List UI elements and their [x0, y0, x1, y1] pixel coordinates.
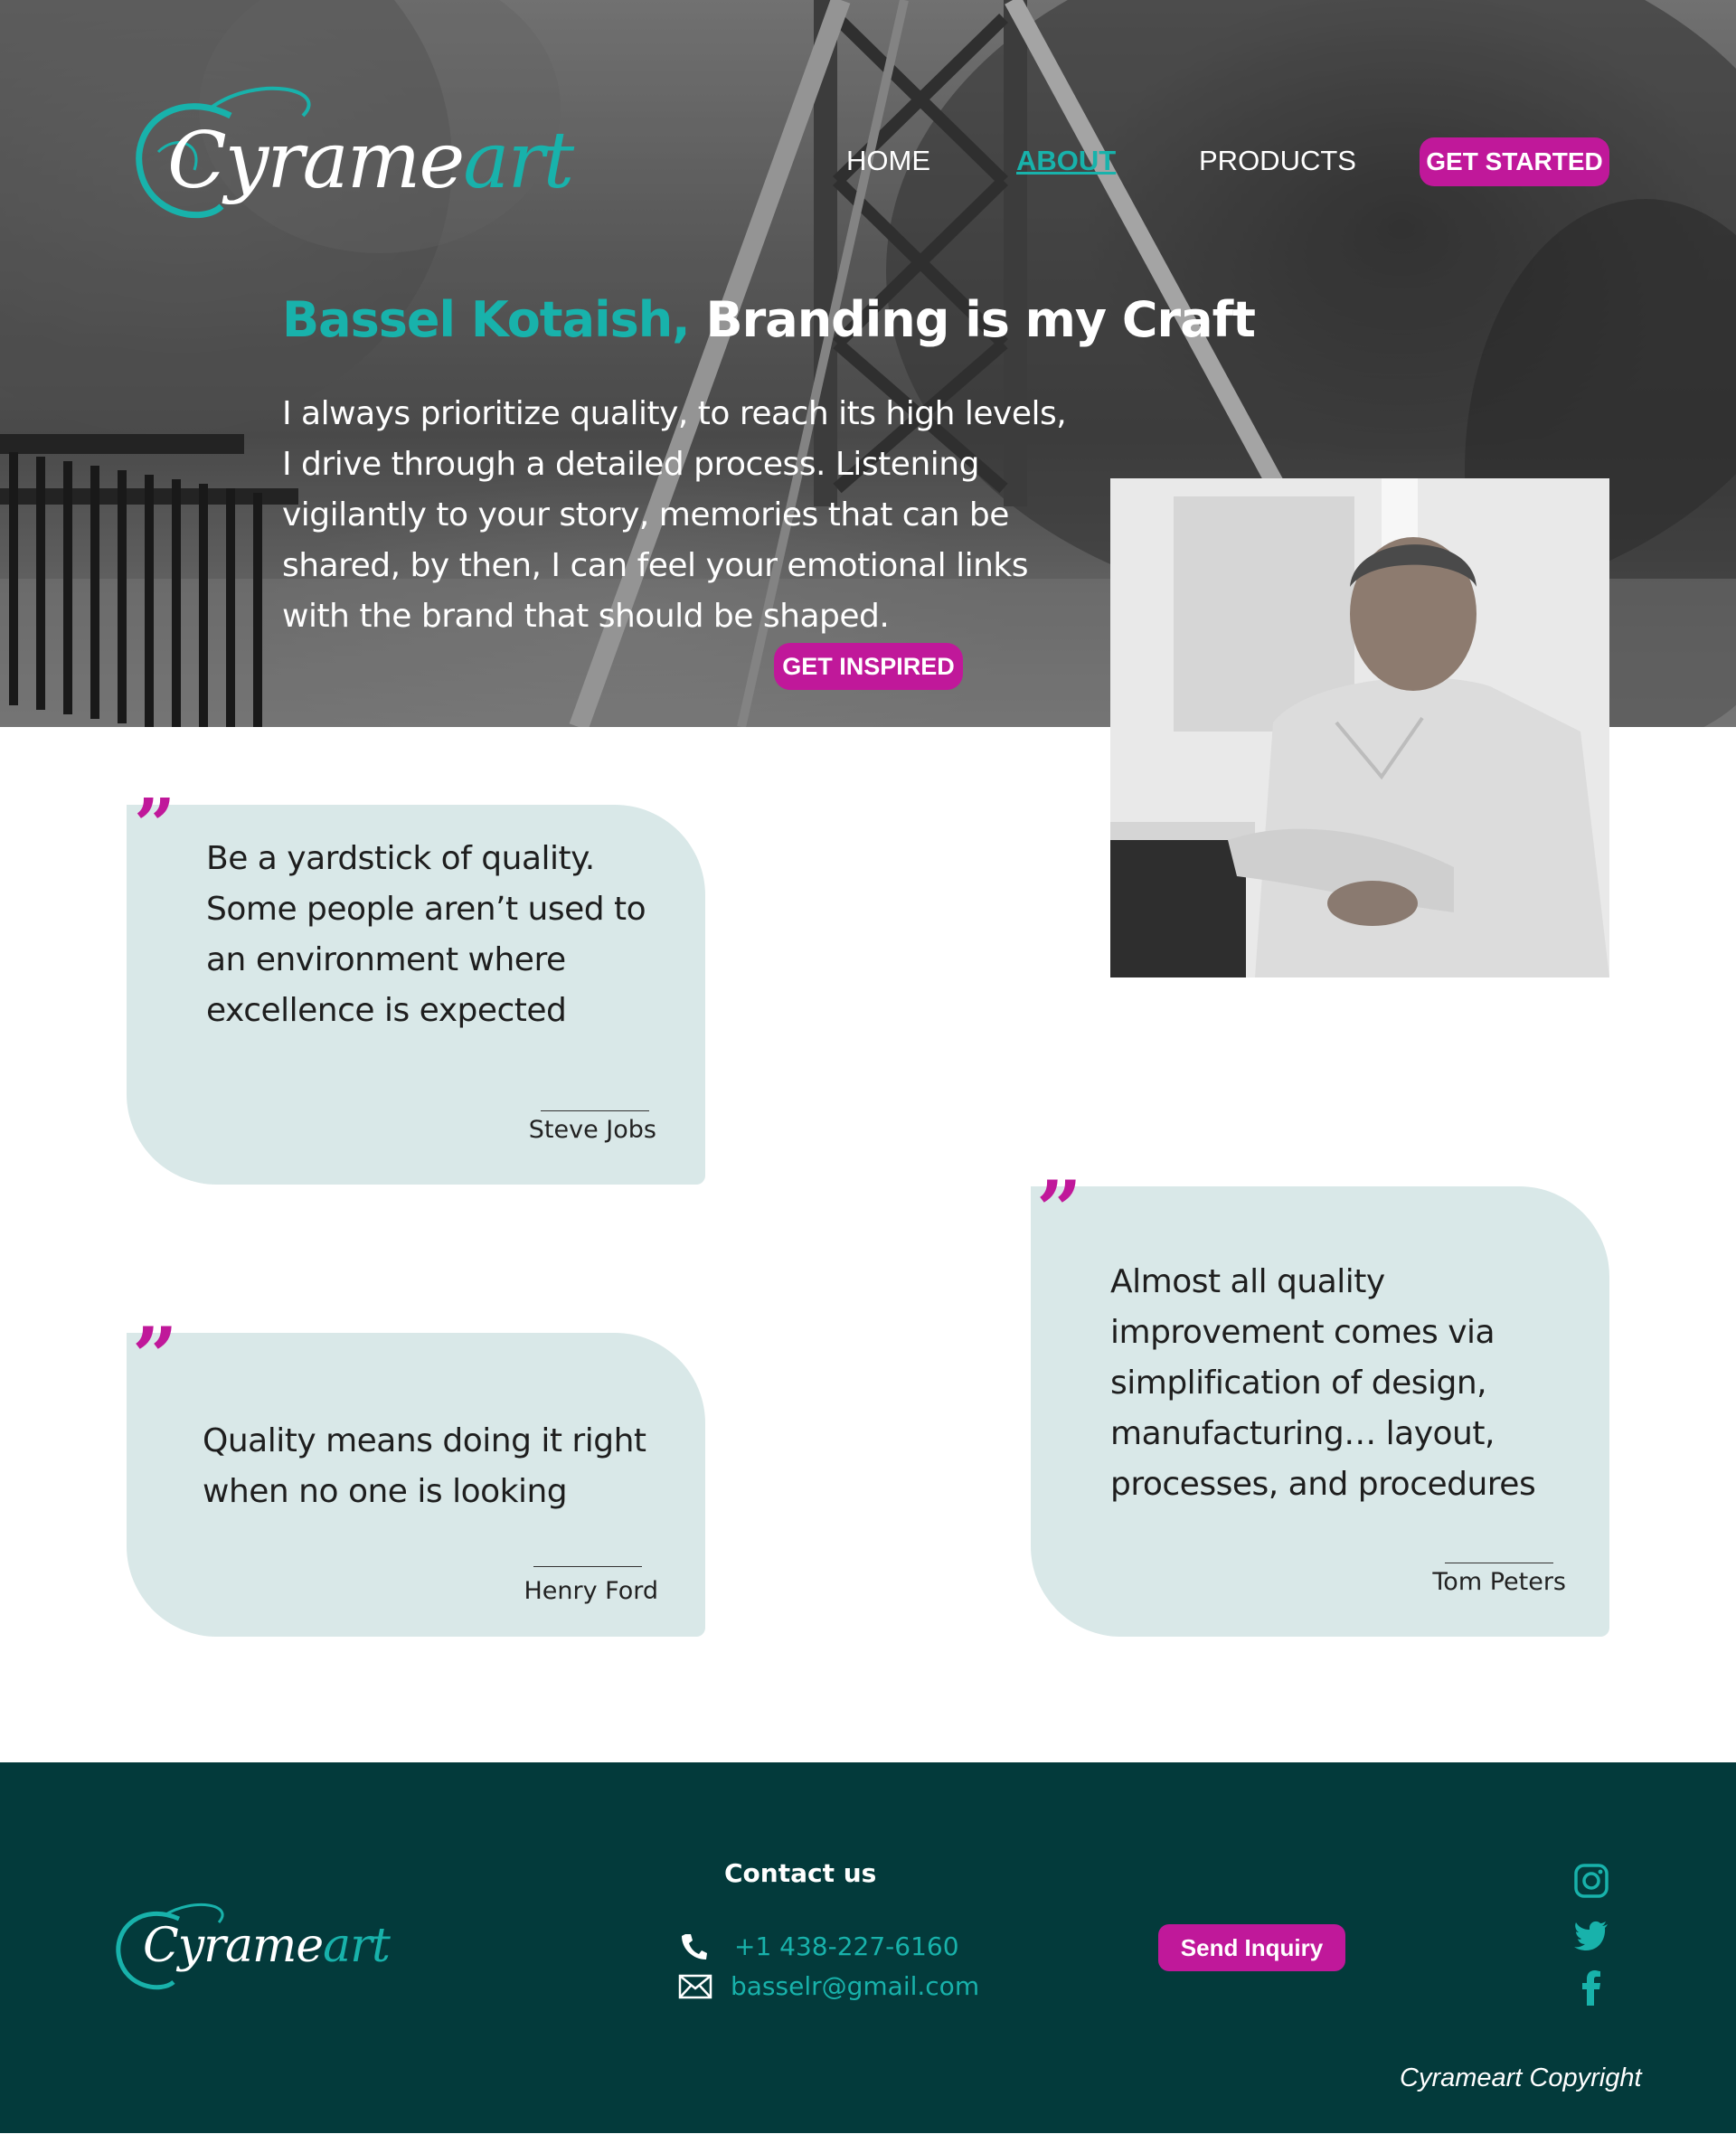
quote-mark-icon: ”	[134, 782, 176, 867]
nav-link-home[interactable]: HOME	[846, 145, 930, 177]
logo-wordmark: Cyrameart	[167, 116, 574, 206]
footer-logo-main: Cyrame	[143, 1919, 324, 1973]
hero-tagline: Branding is my Craft	[689, 291, 1255, 348]
quote-author: Henry Ford	[524, 1577, 658, 1605]
quote-text: Almost all quality improvement comes via…	[1110, 1263, 1536, 1503]
phone-number[interactable]: +1 438-227-6160	[734, 1931, 959, 1961]
copyright-text: Cyrameart Copyright	[1400, 2063, 1642, 2092]
footer-bottom-strip	[0, 2133, 1736, 2153]
contact-title: Contact us	[724, 1858, 877, 1888]
hero-title: Bassel Kotaish, Branding is my Craft	[282, 291, 1256, 348]
contact-email[interactable]: basselr@gmail.com	[678, 1971, 979, 2001]
quote-text: Be a yardstick of quality. Some people a…	[206, 840, 646, 1029]
get-started-button[interactable]: GET STARTED	[1420, 137, 1609, 186]
email-icon	[678, 1974, 712, 1998]
instagram-icon[interactable]	[1573, 1863, 1609, 1899]
send-inquiry-button[interactable]: Send Inquiry	[1158, 1924, 1345, 1971]
portrait-illustration	[1110, 478, 1609, 977]
quote-author: Steve Jobs	[528, 1116, 656, 1144]
logo-wordmark-accent: art	[463, 116, 574, 206]
phone-icon	[682, 1933, 707, 1959]
hero-description: I always prioritize quality, to reach it…	[282, 395, 1067, 635]
logo-wordmark-main: Cyrame	[167, 116, 465, 206]
footer-logo-wordmark: Cyrameart	[143, 1919, 391, 1973]
email-address[interactable]: basselr@gmail.com	[731, 1971, 979, 2001]
quote-mark-icon: ”	[132, 1309, 178, 1403]
contact-phone[interactable]: +1 438-227-6160	[680, 1931, 959, 1961]
get-inspired-button[interactable]: GET INSPIRED	[774, 643, 963, 690]
footer-logo-accent: art	[323, 1919, 391, 1973]
quote-author: Tom Peters	[1432, 1568, 1566, 1596]
quote-mark-icon: ”	[1036, 1163, 1082, 1257]
portrait-photo	[1110, 478, 1609, 977]
quote-text: Quality means doing it right when no one…	[203, 1422, 646, 1510]
nav-link-products[interactable]: PRODUCTS	[1199, 145, 1356, 177]
brand-logo[interactable]: Cyrameart	[122, 80, 574, 233]
nav-link-about[interactable]: ABOUT	[1016, 145, 1116, 177]
quote-divider	[533, 1566, 642, 1567]
facebook-icon[interactable]	[1573, 1969, 1609, 2006]
hero-name: Bassel Kotaish,	[282, 291, 691, 348]
twitter-icon[interactable]	[1573, 1917, 1609, 1953]
quote-divider	[541, 1110, 649, 1111]
footer-logo[interactable]: Cyrameart	[108, 1899, 391, 1998]
